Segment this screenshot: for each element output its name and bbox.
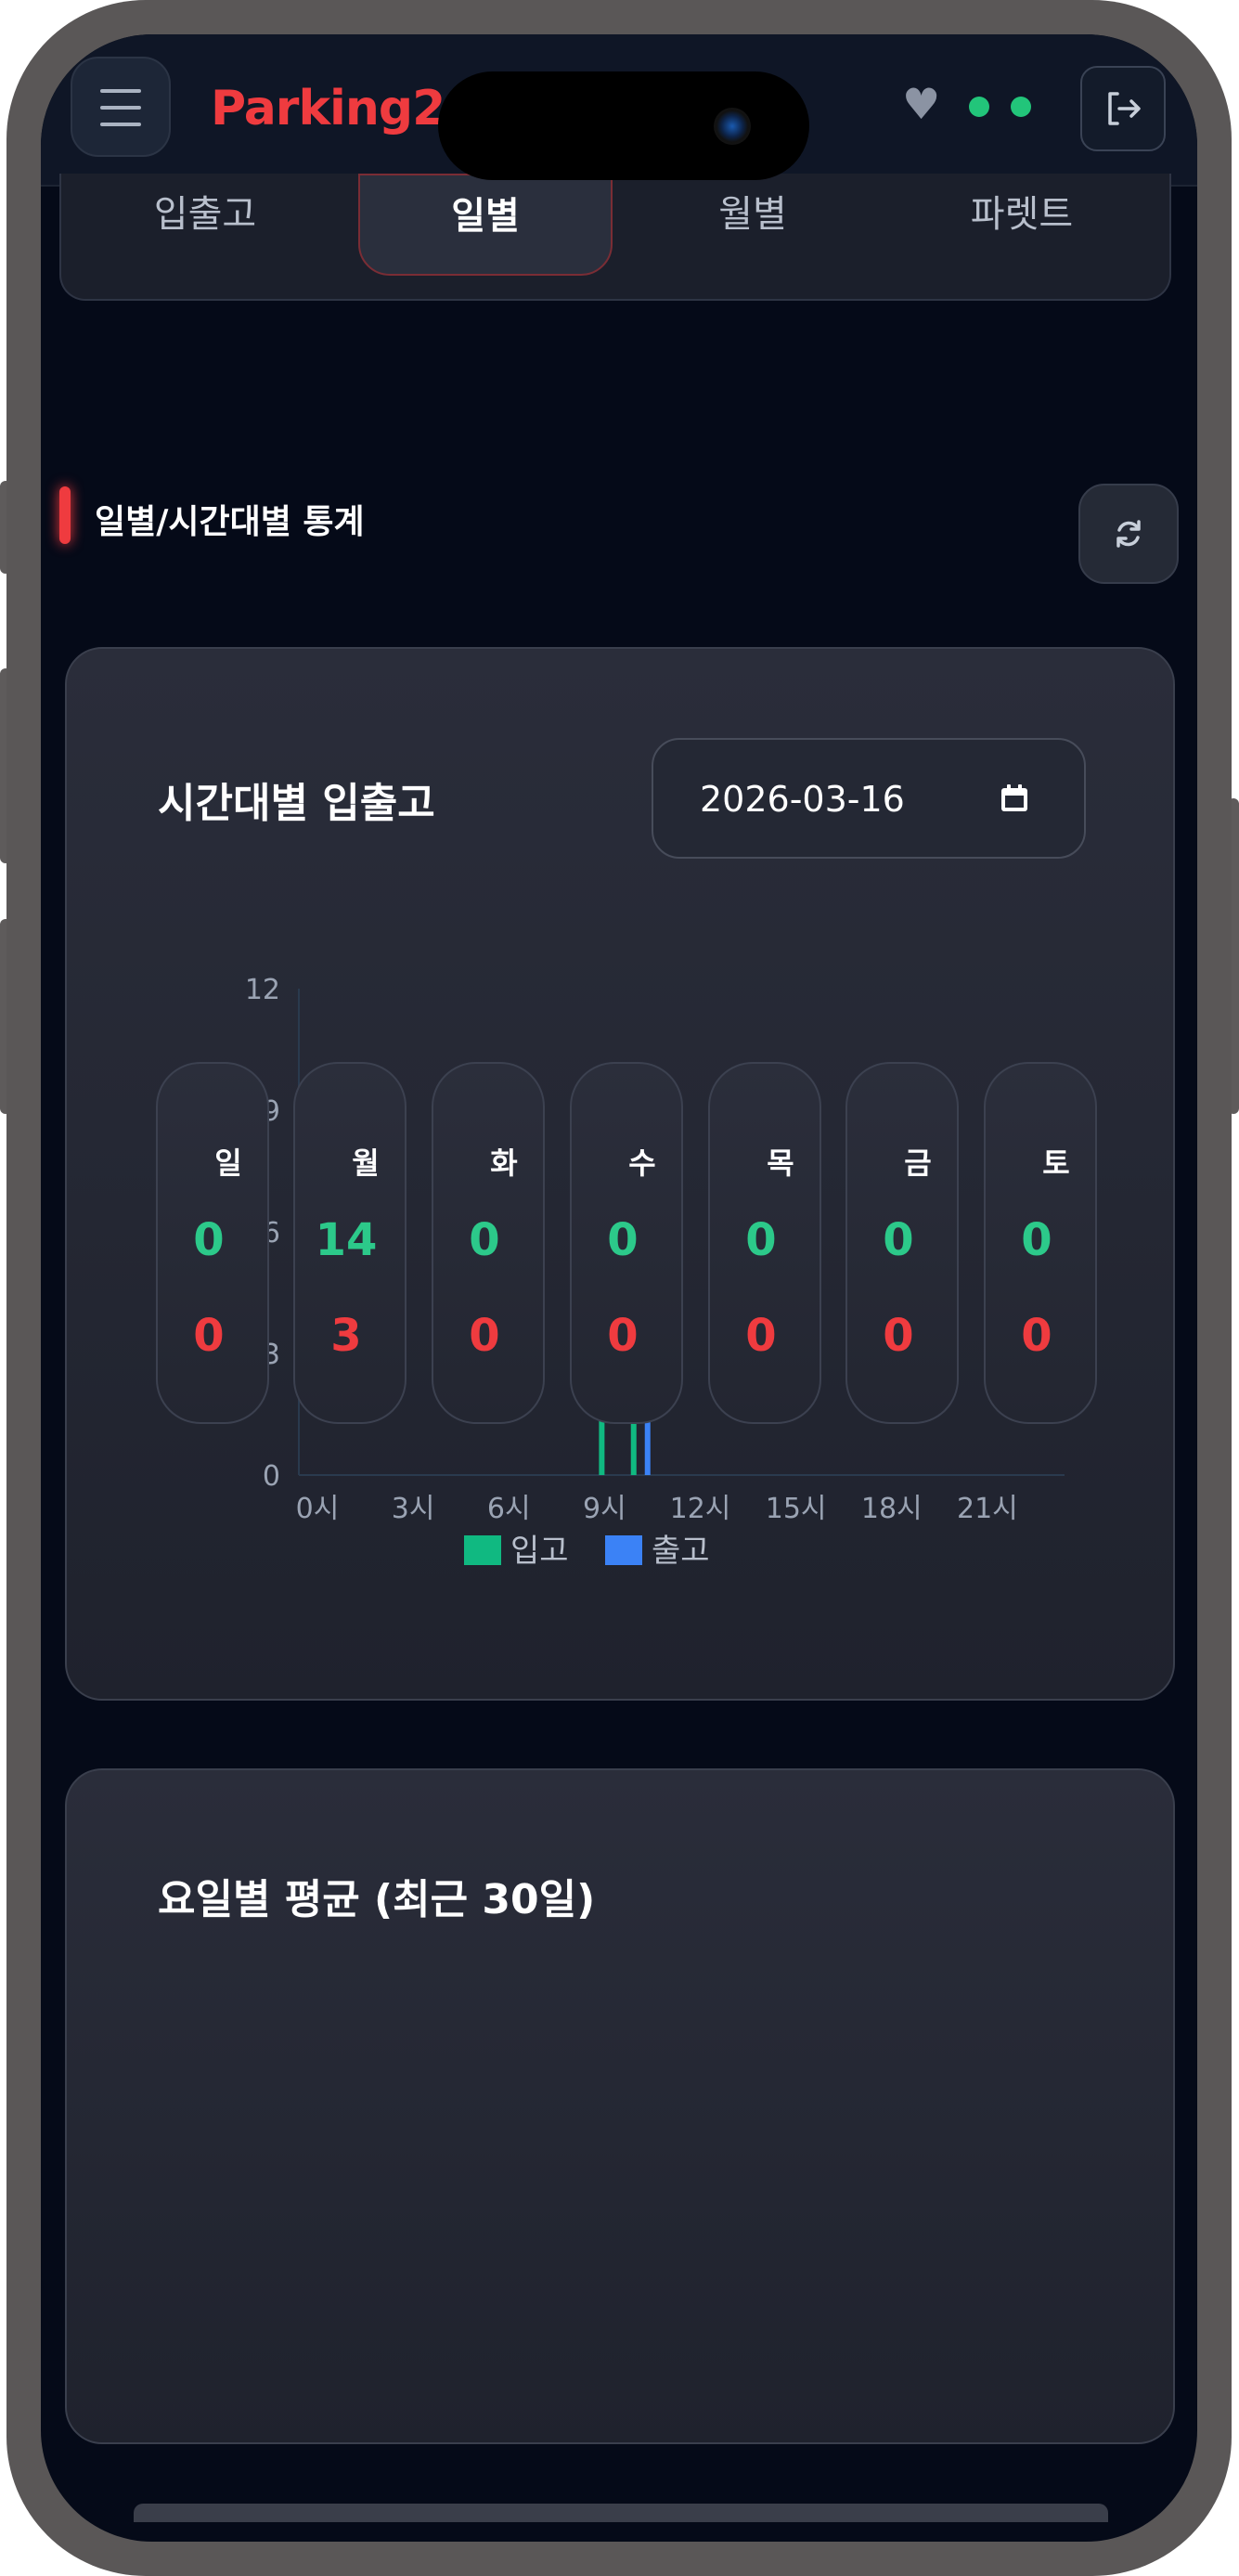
legend-swatch [464, 1535, 501, 1565]
weekday-in-count: 0 [1021, 1214, 1052, 1266]
weekday-label: 수 [628, 1146, 656, 1181]
section-title: 일별/시간대별 통계 [95, 503, 365, 541]
weekday-column-mon: 월 14 3 [293, 1062, 407, 1424]
weekday-label: 토 [1042, 1146, 1070, 1181]
y-tick-label: 0 [263, 1460, 280, 1493]
weekday-out-count: 0 [607, 1310, 639, 1362]
next-card-edge [134, 2504, 1108, 2522]
card-title: 요일별 평균 (최근 30일) [158, 1876, 596, 1923]
x-tick-label: 3시 [392, 1493, 435, 1525]
weekday-column-wed: 수 0 0 [570, 1062, 683, 1424]
refresh-icon [1116, 520, 1141, 548]
hamburger-icon-line [100, 106, 141, 110]
weekday-in-count: 14 [315, 1214, 378, 1266]
x-tick-label: 15시 [766, 1493, 827, 1525]
weekday-label: 일 [214, 1146, 242, 1181]
heart-icon[interactable]: ♥ [902, 83, 940, 125]
status-dot [1011, 97, 1031, 117]
weekday-out-count: 0 [469, 1310, 500, 1362]
camera-lens [714, 108, 751, 145]
legend-label: 출고 [652, 1533, 710, 1570]
weekday-label: 금 [904, 1146, 932, 1181]
refresh-button[interactable] [1078, 484, 1179, 584]
weekday-label: 화 [490, 1146, 518, 1181]
weekday-average-card: 요일별 평균 (최근 30일) [65, 1768, 1175, 2444]
weekday-in-count: 0 [607, 1214, 639, 1266]
legend-swatch [605, 1535, 642, 1565]
weekday-column-thu: 목 0 0 [708, 1062, 821, 1424]
weekday-in-count: 0 [193, 1214, 225, 1266]
y-tick-label: 12 [245, 974, 280, 1006]
weekday-in-count: 0 [883, 1214, 914, 1266]
x-tick-label: 12시 [670, 1493, 731, 1525]
weekday-out-count: 0 [745, 1310, 777, 1362]
weekday-column-sat: 토 0 0 [984, 1062, 1097, 1424]
phone-screen: Parking24 ♥ 입출고 일별 월별 파렛트 일별/시간대별 통계 시간대… [41, 34, 1197, 2542]
weekday-out-count: 3 [330, 1310, 362, 1362]
x-tick-label: 0시 [296, 1493, 340, 1525]
weekday-out-count: 0 [883, 1310, 914, 1362]
tab-bar: 입출고 일별 월별 파렛트 [59, 174, 1171, 301]
dynamic-island [438, 71, 809, 180]
x-tick-label: 9시 [583, 1493, 626, 1525]
weekday-column-tue: 화 0 0 [432, 1062, 545, 1424]
x-tick-label: 18시 [861, 1493, 923, 1525]
phone-frame: Parking24 ♥ 입출고 일별 월별 파렛트 일별/시간대별 통계 시간대… [6, 0, 1232, 2576]
weekday-column-fri: 금 0 0 [845, 1062, 959, 1424]
weekday-label: 목 [767, 1146, 794, 1181]
menu-button[interactable] [71, 57, 171, 157]
logout-button[interactable] [1080, 66, 1166, 151]
tab-daily[interactable]: 일별 [358, 174, 613, 276]
tab-monthly[interactable]: 월별 [618, 174, 887, 276]
hamburger-icon-line [100, 89, 141, 93]
legend-label: 입고 [510, 1533, 569, 1570]
hamburger-icon-line [100, 123, 141, 126]
weekday-column-sun: 일 0 0 [156, 1062, 269, 1424]
weekday-out-count: 0 [1021, 1310, 1052, 1362]
weekday-out-count: 0 [193, 1310, 225, 1362]
x-tick-label: 6시 [487, 1493, 531, 1525]
section-accent-bar [59, 486, 71, 544]
x-tick-label: 21시 [957, 1493, 1018, 1525]
logout-icon [1108, 92, 1141, 125]
tab-pallet[interactable]: 파렛트 [887, 174, 1156, 276]
tab-inout[interactable]: 입출고 [61, 174, 349, 276]
weekday-in-count: 0 [469, 1214, 500, 1266]
weekday-in-count: 0 [745, 1214, 777, 1266]
weekday-label: 월 [352, 1146, 380, 1181]
status-dot [969, 97, 989, 117]
